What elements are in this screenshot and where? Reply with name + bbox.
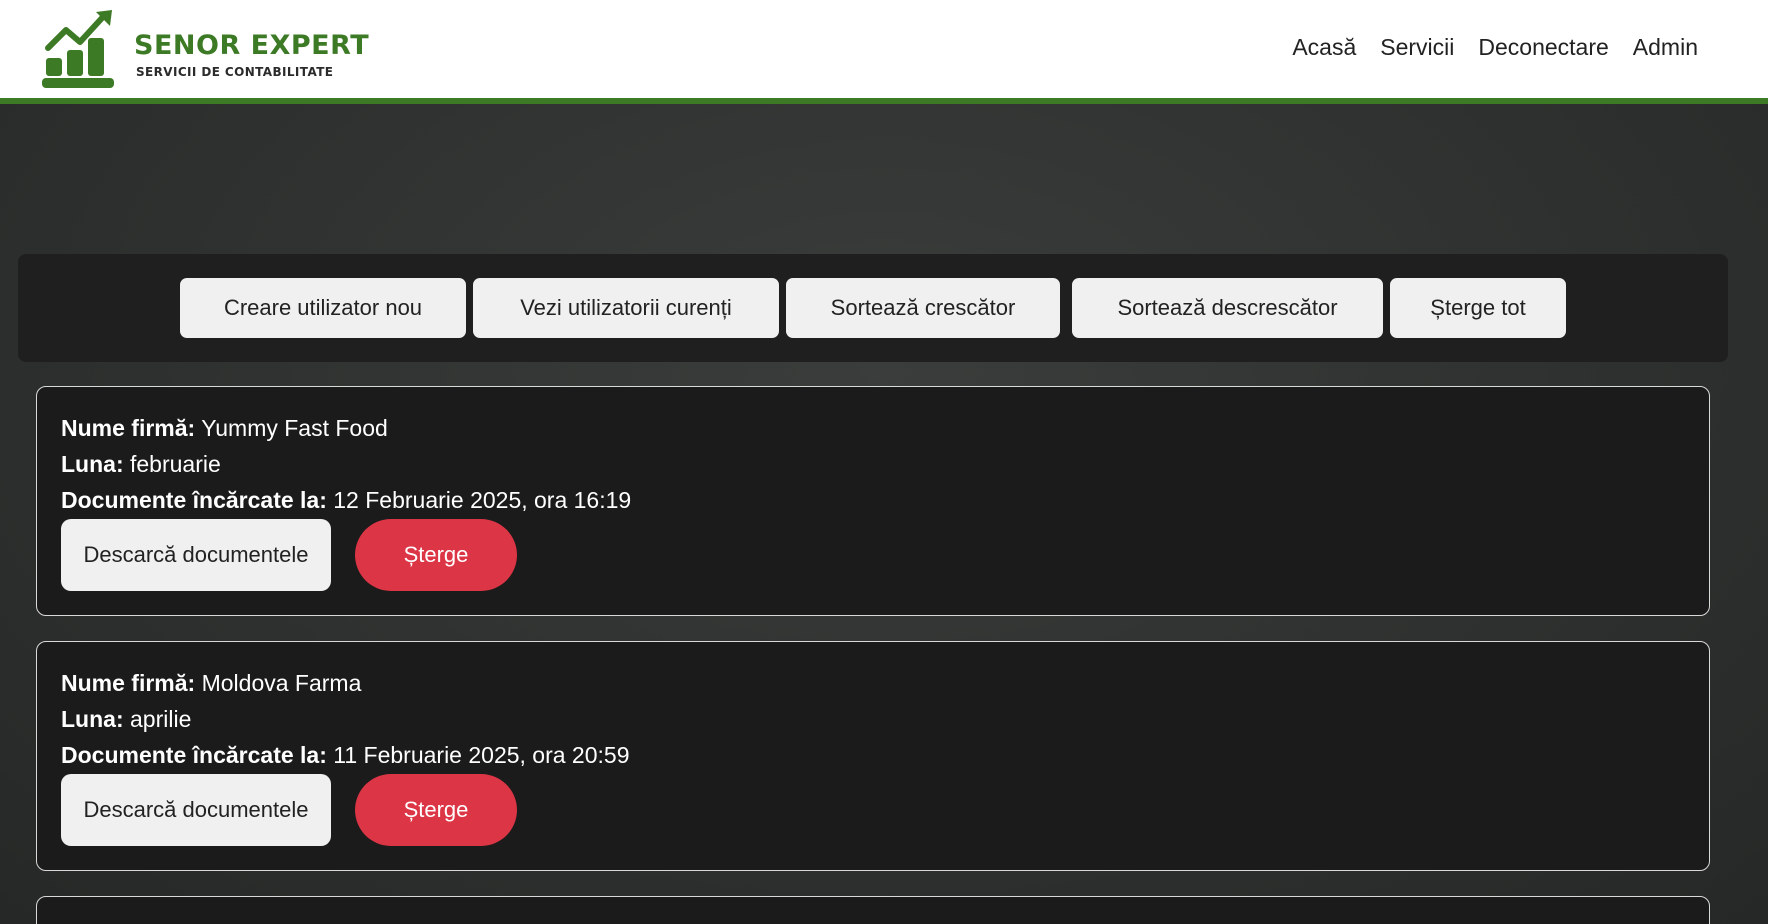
brand-title: SENOR EXPERT <box>134 30 370 61</box>
uploaded-label: Documente încărcate la: <box>61 742 327 768</box>
sort-asc-button[interactable]: Sortează crescător <box>786 278 1060 338</box>
brand-subtitle: SERVICII DE CONTABILITATE <box>136 65 334 79</box>
uploaded-line: Documente încărcate la: 11 Februarie 202… <box>61 742 630 769</box>
site-header: SENOR EXPERT SERVICII DE CONTABILITATE A… <box>0 0 1768 104</box>
uploaded-value: 11 Februarie 2025, ora 20:59 <box>333 742 630 768</box>
nav-link-admin[interactable]: Admin <box>1633 34 1698 61</box>
uploaded-label: Documente încărcate la: <box>61 487 327 513</box>
download-documents-button[interactable]: Descarcă documentele <box>61 519 331 591</box>
nav-link-services[interactable]: Servicii <box>1380 34 1454 61</box>
nav-link-home[interactable]: Acasă <box>1292 34 1356 61</box>
delete-all-button[interactable]: Șterge tot <box>1390 278 1566 338</box>
month-line: Luna: aprilie <box>61 706 191 733</box>
sort-desc-button[interactable]: Sortează descrescător <box>1072 278 1383 338</box>
month-line: Luna: februarie <box>61 451 221 478</box>
month-value: februarie <box>130 451 221 477</box>
company-line: Nume firmă: Yummy Fast Food <box>61 415 388 442</box>
delete-record-button[interactable]: Șterge <box>355 519 517 591</box>
create-user-button[interactable]: Creare utilizator nou <box>180 278 466 338</box>
nav-link-logout[interactable]: Deconectare <box>1478 34 1608 61</box>
company-label: Nume firmă: <box>61 670 196 696</box>
company-label: Nume firmă: <box>61 415 196 441</box>
uploaded-value: 12 Februarie 2025, ora 16:19 <box>333 487 632 513</box>
brand-logo[interactable]: SENOR EXPERT SERVICII DE CONTABILITATE <box>40 8 380 94</box>
uploaded-line: Documente încărcate la: 12 Februarie 202… <box>61 487 631 514</box>
month-label: Luna: <box>61 451 124 477</box>
admin-toolbar: Creare utilizator nou Vezi utilizatorii … <box>18 254 1728 362</box>
month-label: Luna: <box>61 706 124 732</box>
download-documents-button[interactable]: Descarcă documentele <box>61 774 331 846</box>
view-users-button[interactable]: Vezi utilizatorii curenți <box>473 278 779 338</box>
document-card: Nume firmă: Yummy Fast Food Luna: februa… <box>36 386 1710 616</box>
company-value: Moldova Farma <box>201 670 362 696</box>
delete-record-button[interactable]: Șterge <box>355 774 517 846</box>
main-nav: Acasă Servicii Deconectare Admin <box>1292 34 1698 61</box>
company-value: Yummy Fast Food <box>201 415 388 441</box>
document-card-partial <box>36 896 1710 924</box>
document-card: Nume firmă: Moldova Farma Luna: aprilie … <box>36 641 1710 871</box>
company-line: Nume firmă: Moldova Farma <box>61 670 361 697</box>
growth-chart-icon <box>42 10 114 88</box>
month-value: aprilie <box>130 706 192 732</box>
